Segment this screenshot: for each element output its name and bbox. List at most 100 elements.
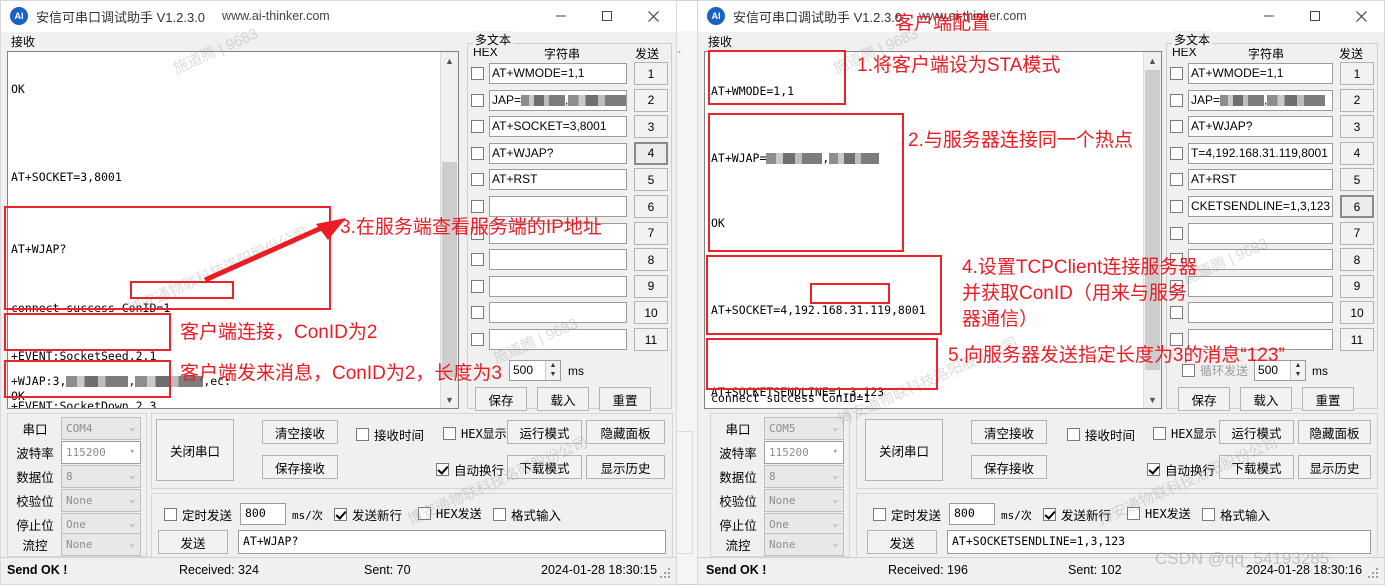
spinner-down-icon[interactable]: ▼ (546, 370, 560, 379)
multitext-send-button-3[interactable]: 3 (634, 115, 668, 139)
multitext-hex-checkbox[interactable] (471, 173, 484, 187)
right-clear-recv-button[interactable]: 清空接收 (971, 420, 1047, 444)
right-window-controls[interactable] (1246, 1, 1384, 31)
left-baud-select[interactable]: 115200 ▾ (61, 440, 141, 464)
multitext-hex-checkbox[interactable] (1170, 146, 1183, 160)
resize-grip-icon[interactable] (660, 568, 672, 580)
multitext-hex-checkbox[interactable] (1170, 67, 1183, 80)
multitext-input[interactable]: AT+RST (489, 169, 627, 191)
multitext-hex-checkbox[interactable] (471, 279, 484, 293)
scroll-thumb[interactable] (442, 162, 457, 377)
left-load-button[interactable]: 载入 (537, 387, 589, 411)
scroll-down-icon[interactable]: ▼ (1144, 391, 1161, 408)
left-clear-recv-button[interactable]: 清空接收 (262, 420, 338, 444)
multitext-input[interactable]: AT+RST (1188, 169, 1333, 191)
multitext-send-button-6[interactable]: 6 (634, 195, 668, 218)
multitext-hex-checkbox[interactable] (471, 93, 484, 107)
multitext-input[interactable]: AT+SOCKET=3,8001 (489, 116, 627, 138)
multitext-send-button-7[interactable]: 7 (634, 221, 668, 245)
maximize-icon[interactable] (584, 1, 630, 31)
close-icon[interactable] (1338, 1, 1384, 31)
right-format-input-checkbox[interactable]: 格式输入 (1202, 505, 1270, 524)
multitext-hex-checkbox[interactable] (471, 120, 484, 134)
multitext-send-button-11[interactable]: 11 (634, 328, 668, 351)
multitext-input[interactable]: CKETSENDLINE=1,3,123 (1188, 196, 1333, 217)
close-icon[interactable] (630, 1, 676, 31)
left-port-select[interactable]: COM4 ⌄ (61, 416, 141, 440)
multitext-send-button-4[interactable]: 4 (634, 141, 668, 165)
left-close-port-button[interactable]: 关闭串口 (156, 419, 234, 481)
multitext-send-button-9[interactable]: 9 (634, 274, 668, 298)
left-save-recv-button[interactable]: 保存接收 (262, 455, 338, 479)
scroll-up-icon[interactable]: ▲ (441, 52, 458, 69)
multitext-send-button-1[interactable]: 1 (634, 62, 668, 85)
left-send-input[interactable]: AT+WJAP? (238, 530, 666, 554)
right-mt-spinner[interactable]: ▲ ▼ (1290, 361, 1306, 380)
left-hide-panel-button[interactable]: 隐藏面板 (586, 420, 665, 444)
multitext-input[interactable]: AT+WMODE=1,1 (489, 63, 627, 84)
left-reset-button[interactable]: 重置 (599, 387, 651, 411)
scroll-down-icon[interactable]: ▼ (441, 391, 458, 408)
right-timed-interval-input[interactable]: 800 (949, 503, 995, 525)
scroll-up-icon[interactable]: ▲ (1144, 52, 1161, 69)
right-baud-select[interactable]: 115200 ▾ (764, 440, 844, 464)
multitext-send-button-1[interactable]: 1 (1340, 62, 1374, 85)
multitext-send-button-3[interactable]: 3 (1340, 115, 1374, 139)
multitext-send-button-7[interactable]: 7 (1340, 221, 1374, 245)
left-mt-spinner[interactable]: ▲ ▼ (545, 361, 560, 380)
left-timed-send-checkbox[interactable]: 定时发送 (164, 505, 232, 524)
right-timed-send-checkbox[interactable]: 定时发送 (873, 505, 941, 524)
right-flow-select[interactable]: None ⌄ (764, 532, 844, 556)
multitext-send-button-5[interactable]: 5 (634, 168, 668, 192)
left-show-history-button[interactable]: 显示历史 (586, 455, 665, 479)
left-hex-display-checkbox[interactable]: HEX显示 (443, 425, 507, 442)
multitext-input[interactable]: AT+WJAP? (1188, 116, 1333, 138)
multitext-hex-checkbox[interactable] (471, 306, 484, 320)
right-save-recv-button[interactable]: 保存接收 (971, 455, 1047, 479)
multitext-hex-checkbox[interactable] (471, 67, 484, 80)
multitext-send-button-2[interactable]: 2 (634, 88, 668, 112)
left-recv-time-checkbox[interactable]: 接收时间 (356, 425, 424, 444)
left-timed-interval-input[interactable]: 800 (240, 503, 286, 525)
right-titlebar[interactable]: AI 安信可串口调试助手 V1.2.3.0 www.ai-thinker.com (698, 1, 1384, 32)
multitext-hex-checkbox[interactable] (471, 333, 484, 346)
multitext-send-button-11[interactable]: 11 (1340, 328, 1374, 351)
multitext-hex-checkbox[interactable] (1170, 226, 1183, 240)
left-window-controls[interactable] (538, 1, 676, 31)
right-hex-display-checkbox[interactable]: HEX显示 (1153, 425, 1217, 442)
spinner-down-icon[interactable]: ▼ (1291, 370, 1305, 379)
multitext-input[interactable] (489, 275, 627, 297)
left-format-input-checkbox[interactable]: 格式输入 (493, 505, 561, 524)
multitext-hex-checkbox[interactable] (1170, 306, 1183, 320)
right-parity-select[interactable]: None ⌄ (764, 488, 844, 512)
multitext-input[interactable] (489, 249, 627, 271)
left-flow-select[interactable]: None ⌄ (61, 532, 141, 556)
multitext-hex-checkbox[interactable] (1170, 200, 1183, 213)
multitext-send-button-6[interactable]: 6 (1340, 195, 1374, 218)
left-send-button[interactable]: 发送 (158, 530, 228, 554)
left-parity-select[interactable]: None ⌄ (61, 488, 141, 512)
right-databits-select[interactable]: 8 ⌄ (764, 464, 844, 488)
right-send-button[interactable]: 发送 (867, 530, 937, 554)
right-show-history-button[interactable]: 显示历史 (1298, 455, 1371, 479)
multitext-input[interactable] (1188, 275, 1333, 297)
multitext-send-button-10[interactable]: 10 (634, 301, 668, 325)
left-databits-select[interactable]: 8 ⌄ (61, 464, 141, 488)
right-hide-panel-button[interactable]: 隐藏面板 (1298, 420, 1371, 444)
minimize-icon[interactable] (538, 1, 584, 31)
multitext-input[interactable]: JAP=, (489, 89, 627, 111)
multitext-hex-checkbox[interactable] (471, 146, 484, 160)
multitext-send-button-5[interactable]: 5 (1340, 168, 1374, 192)
left-save-button[interactable]: 保存 (475, 387, 527, 411)
right-recv-time-checkbox[interactable]: 接收时间 (1067, 425, 1135, 444)
multitext-send-button-2[interactable]: 2 (1340, 88, 1374, 112)
right-close-port-button[interactable]: 关闭串口 (865, 419, 943, 481)
left-mt-interval-input[interactable]: 500 ▲ ▼ (509, 360, 561, 381)
multitext-input[interactable]: AT+WJAP? (489, 142, 627, 164)
multitext-input[interactable] (1188, 302, 1333, 324)
multitext-hex-checkbox[interactable] (1170, 93, 1183, 107)
multitext-send-button-9[interactable]: 9 (1340, 274, 1374, 298)
multitext-input[interactable]: AT+WMODE=1,1 (1188, 63, 1333, 84)
resize-grip-icon[interactable] (1368, 568, 1380, 580)
minimize-icon[interactable] (1246, 1, 1292, 31)
